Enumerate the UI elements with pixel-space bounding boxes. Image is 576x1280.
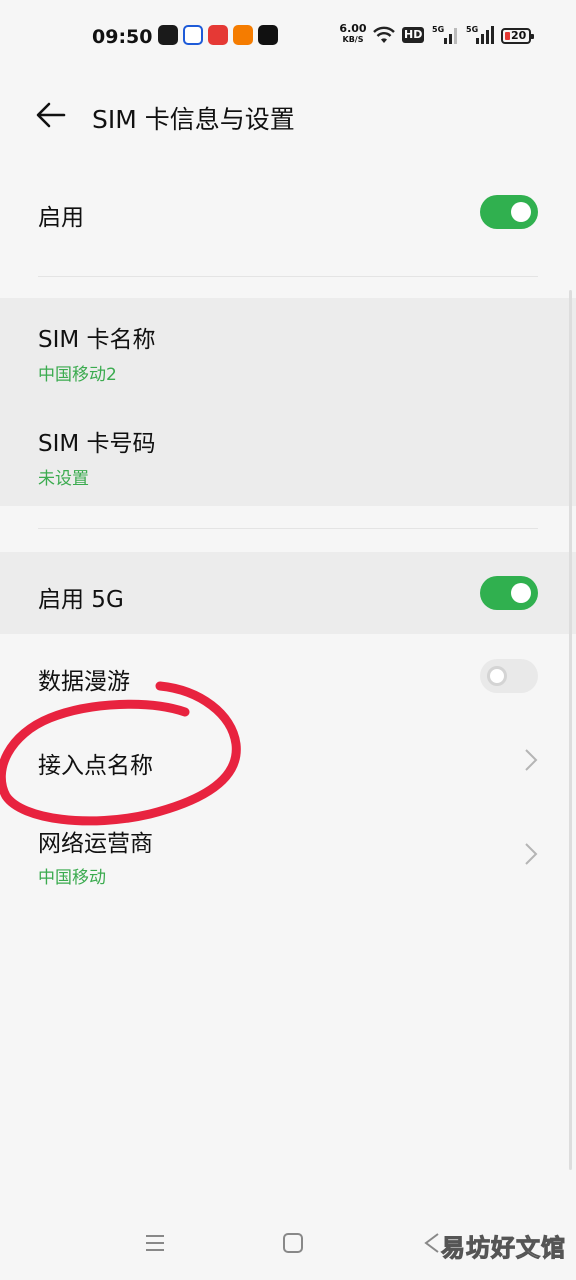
page-header: SIM 卡信息与设置 bbox=[0, 80, 576, 150]
status-bar: 09:50 6.00 KB/S HD 5G 5G 20 bbox=[0, 0, 576, 76]
app-icon-4 bbox=[233, 25, 253, 45]
scrollbar[interactable] bbox=[569, 290, 572, 1170]
app-icon-5 bbox=[258, 25, 278, 45]
sim-number-value: 未设置 bbox=[38, 469, 89, 489]
signal-icon-sim2: 5G bbox=[466, 25, 496, 48]
data-roaming-row[interactable]: 数据漫游 bbox=[0, 634, 576, 718]
data-roaming-toggle[interactable] bbox=[480, 659, 538, 693]
app-icon-3 bbox=[208, 25, 228, 45]
enable-sim-label: 启用 bbox=[38, 205, 84, 231]
sim-info-group: SIM 卡名称 中国移动2 SIM 卡号码 未设置 bbox=[0, 298, 576, 506]
apn-row[interactable]: 接入点名称 bbox=[0, 718, 576, 802]
app-icon-1 bbox=[158, 25, 178, 45]
hd-icon: HD bbox=[402, 27, 425, 43]
signal-icon-sim1: 5G bbox=[432, 25, 460, 48]
divider bbox=[38, 276, 538, 277]
chevron-right-icon bbox=[525, 843, 538, 865]
enable-sim-toggle[interactable] bbox=[480, 195, 538, 229]
wifi-icon bbox=[373, 26, 395, 43]
data-roaming-label: 数据漫游 bbox=[38, 669, 130, 695]
enable-5g-toggle[interactable] bbox=[480, 576, 538, 610]
watermark-text: 易坊好文馆 bbox=[441, 1234, 566, 1263]
menu-icon[interactable] bbox=[144, 1232, 166, 1254]
chevron-right-icon bbox=[525, 749, 538, 771]
app-icon-2 bbox=[183, 25, 203, 45]
enable-5g-row[interactable]: 启用 5G bbox=[0, 552, 576, 634]
home-icon[interactable] bbox=[282, 1232, 304, 1254]
sim-name-label: SIM 卡名称 bbox=[38, 327, 156, 353]
battery-icon: 20 bbox=[501, 28, 534, 44]
notification-app-icons bbox=[158, 25, 278, 45]
network-carrier-label: 网络运营商 bbox=[38, 831, 153, 857]
enable-5g-label: 启用 5G bbox=[38, 587, 124, 613]
page-title: SIM 卡信息与设置 bbox=[92, 105, 295, 134]
network-carrier-row[interactable]: 网络运营商 中国移动 bbox=[0, 802, 576, 902]
sim-name-row[interactable]: SIM 卡名称 中国移动2 bbox=[0, 298, 576, 402]
enable-sim-row[interactable]: 启用 bbox=[0, 170, 576, 256]
sim-number-row[interactable]: SIM 卡号码 未设置 bbox=[0, 402, 576, 506]
sim-number-label: SIM 卡号码 bbox=[38, 431, 156, 457]
apn-label: 接入点名称 bbox=[38, 753, 153, 779]
network-speed: 6.00 KB/S bbox=[339, 22, 367, 44]
divider bbox=[38, 528, 538, 529]
network-carrier-value: 中国移动 bbox=[38, 868, 106, 888]
back-arrow-icon[interactable] bbox=[36, 102, 66, 128]
status-time: 09:50 bbox=[92, 26, 153, 48]
sim-name-value: 中国移动2 bbox=[38, 365, 117, 385]
